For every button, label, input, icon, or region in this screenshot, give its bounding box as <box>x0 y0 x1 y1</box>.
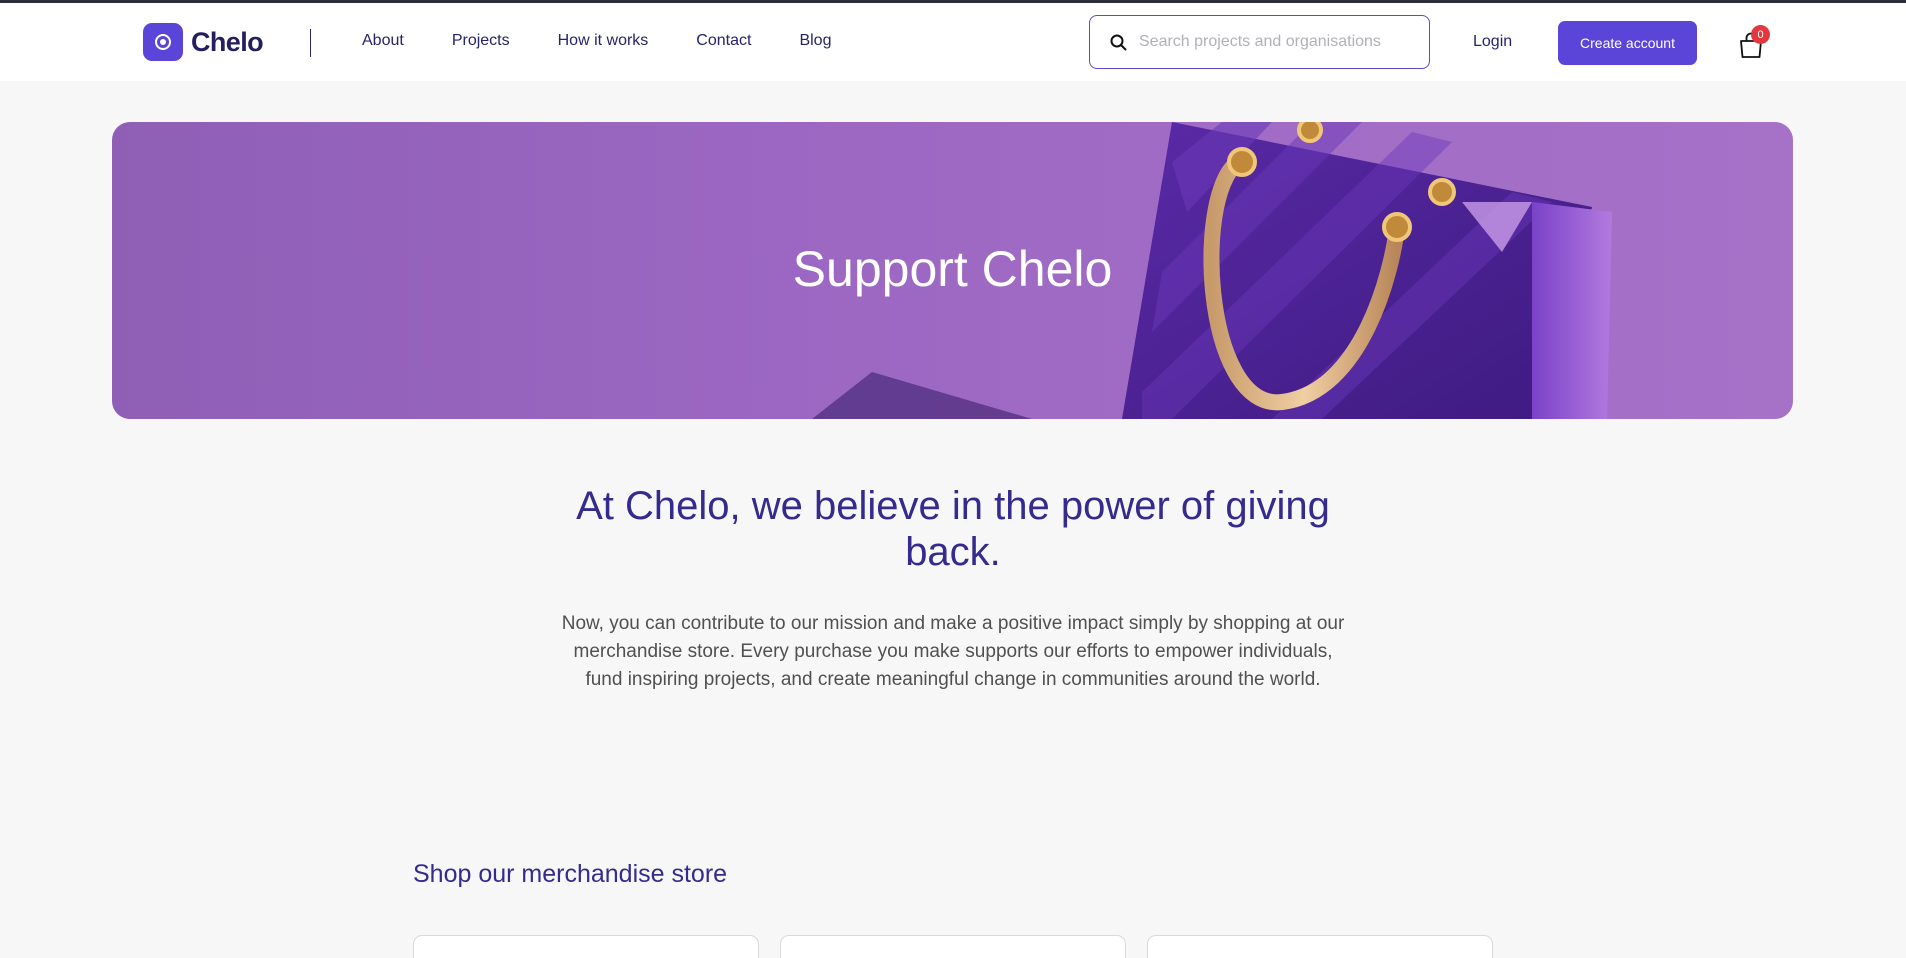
hero-title: Support Chelo <box>792 241 1113 297</box>
create-account-button[interactable]: Create account <box>1558 21 1697 65</box>
search-icon <box>1110 34 1127 50</box>
nav-how-it-works[interactable]: How it works <box>558 32 649 50</box>
nav-contact[interactable]: Contact <box>696 32 751 50</box>
shop-section-title: Shop our merchandise store <box>413 860 728 888</box>
product-card[interactable] <box>780 935 1126 958</box>
product-card[interactable] <box>1147 935 1493 958</box>
cart-count-badge: 0 <box>1751 25 1770 44</box>
intro-paragraph: Now, you can contribute to our mission a… <box>561 613 1345 690</box>
login-link[interactable]: Login <box>1473 33 1512 51</box>
search-box[interactable] <box>1089 15 1430 69</box>
nav-blog[interactable]: Blog <box>799 32 831 50</box>
logo-text: Chelo <box>191 26 264 57</box>
intro-heading: At Chelo, we believe in the power of giv… <box>576 484 1330 574</box>
header-divider <box>310 29 311 57</box>
logo[interactable]: Chelo <box>143 23 264 61</box>
logo-icon <box>143 23 183 61</box>
nav-about[interactable]: About <box>362 32 404 50</box>
product-card[interactable] <box>413 935 759 958</box>
site-header: Chelo About Projects How it works Contac… <box>0 3 1906 81</box>
hero-banner: Support Chelo <box>112 122 1793 419</box>
search-input[interactable] <box>1139 33 1409 51</box>
main-nav: About Projects How it works Contact Blog <box>362 32 831 50</box>
nav-projects[interactable]: Projects <box>452 32 510 50</box>
